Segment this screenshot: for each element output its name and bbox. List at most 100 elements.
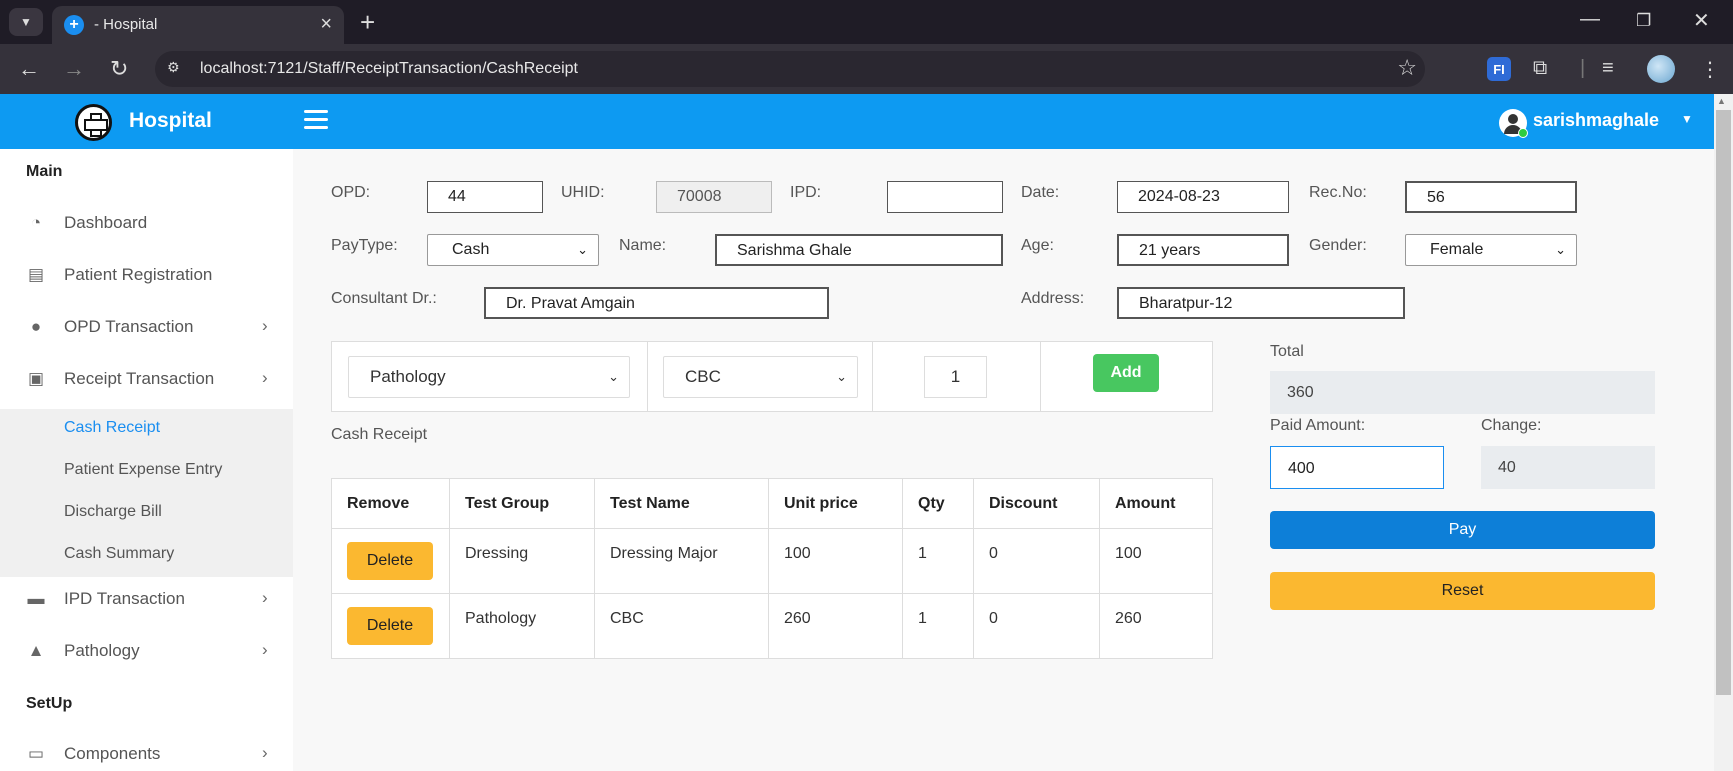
sidebar-subitem-discharge-bill[interactable]: Discharge Bill (64, 503, 162, 521)
extensions-puzzle-icon[interactable]: ⧉ (1533, 57, 1547, 80)
delete-button[interactable]: Delete (347, 607, 433, 645)
laptop-icon: ▭ (27, 744, 45, 763)
hamburger-menu-icon[interactable] (304, 110, 328, 130)
address-bar[interactable]: ⚙ localhost:7121/Staff/ReceiptTransactio… (155, 51, 1425, 87)
delete-button[interactable]: Delete (347, 542, 433, 580)
unit-price-cell: 100 (768, 528, 903, 594)
total-value: 360 (1270, 371, 1655, 414)
ipd-input[interactable] (887, 181, 1003, 213)
paytype-label: PayType: (331, 237, 398, 254)
consultant-input[interactable]: Dr. Pravat Amgain (484, 287, 829, 319)
window-close-icon[interactable]: ✕ (1693, 8, 1710, 33)
sidebar-lower: ▬ IPD Transaction › ▲ Pathology › SetUp … (0, 577, 293, 771)
sidebar-item-dashboard[interactable]: ◔ Dashboard (0, 204, 293, 244)
new-tab-icon[interactable]: + (360, 7, 375, 38)
back-icon[interactable]: ← (18, 56, 40, 82)
reload-icon[interactable]: ↻ (110, 56, 128, 82)
table-header-row: Remove Test Group Test Name Unit price Q… (331, 478, 1213, 529)
test-name-cell: Dressing Major (594, 528, 769, 594)
paid-amount-input[interactable]: 400 (1270, 446, 1444, 489)
sidebar-item-ipd-transaction[interactable]: ▬ IPD Transaction › (0, 580, 293, 620)
chevron-down-icon: ▼ (20, 15, 32, 29)
forward-icon[interactable]: → (63, 56, 85, 82)
receipt-table: Remove Test Group Test Name Unit price Q… (331, 478, 1213, 659)
sidebar-item-pathology[interactable]: ▲ Pathology › (0, 632, 293, 672)
test-name-select[interactable]: CBC ⌄ (663, 356, 858, 398)
close-tab-icon[interactable]: × (320, 13, 332, 36)
discount-cell: 0 (973, 528, 1100, 594)
browser-tab-bar: ▼ + - Hospital × + — ❐ ✕ (0, 0, 1733, 44)
address-label: Address: (1021, 290, 1085, 307)
tab-search-button[interactable]: ▼ (9, 8, 43, 36)
bookmark-star-icon[interactable]: ☆ (1397, 55, 1417, 81)
date-input[interactable]: 2024-08-23 (1117, 181, 1289, 213)
column-header: Amount (1099, 478, 1213, 529)
minimize-icon[interactable]: — (1580, 8, 1600, 31)
sidebar-item-receipt-transaction[interactable]: ▣ Receipt Transaction › (0, 360, 293, 400)
paid-amount-label: Paid Amount: (1270, 417, 1366, 434)
sidebar-section-setup: SetUp (26, 695, 73, 712)
paytype-select[interactable]: Cash ⌄ (427, 234, 599, 266)
chevron-right-icon: › (262, 588, 268, 607)
uhid-input[interactable]: 70008 (656, 181, 772, 213)
column-header: Qty (902, 478, 974, 529)
test-group-select[interactable]: Pathology ⌄ (348, 356, 630, 398)
gender-select[interactable]: Female ⌄ (1405, 234, 1577, 266)
sidebar-subitem-cash-receipt[interactable]: Cash Receipt (64, 419, 160, 437)
chevron-right-icon: › (262, 316, 268, 335)
sidebar-item-label: Components (64, 744, 161, 763)
user-menu[interactable]: sarishmaghale (1533, 110, 1659, 131)
address-input[interactable]: Bharatpur-12 (1117, 287, 1405, 319)
url-text: localhost:7121/Staff/ReceiptTransaction/… (200, 60, 578, 77)
add-button[interactable]: Add (1093, 354, 1159, 392)
extension-fi-icon[interactable]: FI (1487, 57, 1511, 81)
unit-price-cell: 260 (768, 593, 903, 659)
name-input[interactable]: Sarishma Ghale (715, 234, 1003, 266)
receipt-transaction-submenu: Cash Receipt Patient Expense Entry Disch… (0, 409, 293, 577)
restore-icon[interactable]: ❐ (1636, 11, 1651, 31)
scrollbar-thumb[interactable] (1716, 110, 1731, 695)
rec-no-input[interactable]: 56 (1405, 181, 1577, 213)
online-status-icon (1518, 128, 1528, 138)
age-input[interactable]: 21 years (1117, 234, 1289, 266)
sidebar-item-label: OPD Transaction (64, 317, 194, 336)
entry-divider (1040, 342, 1041, 411)
sidebar-item-components[interactable]: ▭ Components › (0, 735, 293, 771)
test-group-cell: Dressing (449, 528, 595, 594)
column-header: Test Name (594, 478, 769, 529)
test-group-cell: Pathology (449, 593, 595, 659)
pay-button[interactable]: Pay (1270, 511, 1655, 549)
column-header: Discount (973, 478, 1100, 529)
brand-name: Hospital (129, 109, 212, 132)
opd-input[interactable]: 44 (427, 181, 543, 213)
sidebar-subitem-cash-summary[interactable]: Cash Summary (64, 545, 174, 563)
scroll-up-arrow-icon[interactable]: ▲ (1717, 96, 1726, 106)
paytype-selected: Cash (452, 241, 490, 258)
qty-input[interactable]: 1 (924, 356, 987, 398)
sidebar-item-label: Pathology (64, 641, 140, 660)
column-header: Remove (331, 478, 450, 529)
discount-cell: 0 (973, 593, 1100, 659)
qty-cell: 1 (902, 593, 974, 659)
sidebar-item-patient-registration[interactable]: ▤ Patient Registration (0, 256, 293, 296)
reset-button[interactable]: Reset (1270, 572, 1655, 610)
reading-list-icon[interactable]: ≡ (1602, 57, 1614, 80)
browser-tab[interactable]: + - Hospital × (52, 6, 344, 44)
profile-avatar-icon[interactable] (1647, 55, 1675, 83)
browser-menu-icon[interactable]: ⋮ (1700, 57, 1720, 82)
opd-label: OPD: (331, 184, 371, 201)
uhid-label: UHID: (561, 184, 605, 201)
test-group-selected: Pathology (370, 367, 446, 386)
chevron-right-icon: › (262, 743, 268, 762)
id-card-icon: ▤ (27, 265, 45, 284)
table-row: Delete Pathology CBC 260 1 0 260 (331, 593, 1213, 659)
remove-cell: Delete (331, 528, 450, 594)
caret-down-icon[interactable]: ▼ (1681, 112, 1693, 126)
site-settings-icon[interactable]: ⚙ (167, 59, 189, 79)
sidebar-item-opd-transaction[interactable]: ● OPD Transaction › (0, 308, 293, 348)
toolbar-divider: | (1580, 57, 1586, 79)
dashboard-icon: ◔ (30, 213, 42, 232)
drop-icon: ▲ (27, 641, 45, 660)
sidebar-subitem-patient-expense-entry[interactable]: Patient Expense Entry (64, 461, 222, 479)
hospital-logo-icon (75, 104, 112, 141)
